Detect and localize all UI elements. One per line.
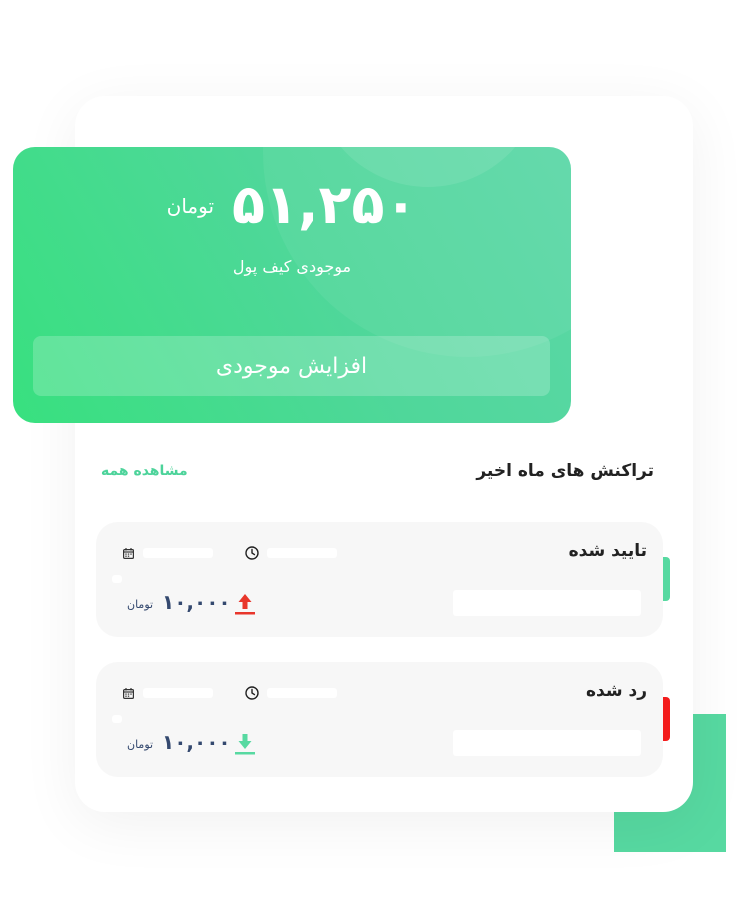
balance-row: ۵۱,۲۵۰ تومان — [13, 173, 571, 236]
transaction-status: تایید شده — [568, 541, 647, 561]
transaction-amount: ۱۰,۰۰۰ — [162, 730, 231, 754]
placeholder-dot — [112, 715, 122, 723]
section-title: تراکنش های ماه اخیر — [476, 461, 654, 481]
arrow-up-icon — [235, 594, 255, 615]
topup-button[interactable]: افزایش موجودی — [33, 336, 550, 396]
placeholder-dot — [112, 575, 122, 583]
transaction-card[interactable]: رد شده ۱۰,۰۰۰ تومان — [96, 662, 663, 777]
date-placeholder — [143, 688, 213, 698]
description-placeholder — [453, 730, 641, 756]
time-placeholder — [267, 688, 337, 698]
arrow-down-icon — [235, 734, 255, 755]
calendar-icon — [123, 688, 134, 699]
wallet-balance: ۵۱,۲۵۰ — [232, 173, 418, 236]
date-placeholder — [143, 548, 213, 558]
wallet-card: ۵۱,۲۵۰ تومان موجودی کیف پول افزایش موجود… — [13, 147, 571, 423]
wallet-currency: تومان — [166, 193, 215, 218]
wallet-balance-label: موجودی کیف پول — [232, 257, 352, 276]
clock-icon — [245, 686, 259, 700]
transaction-currency: تومان — [127, 738, 154, 751]
view-all-link[interactable]: مشاهده همه — [101, 463, 188, 479]
transaction-card[interactable]: تایید شده ۱۰,۰۰۰ تومان — [96, 522, 663, 637]
description-placeholder — [453, 590, 641, 616]
transaction-amount: ۱۰,۰۰۰ — [162, 590, 231, 614]
clock-icon — [245, 546, 259, 560]
transaction-currency: تومان — [127, 598, 154, 611]
transaction-status: رد شده — [585, 681, 647, 701]
time-placeholder — [267, 548, 337, 558]
calendar-icon — [123, 548, 134, 559]
